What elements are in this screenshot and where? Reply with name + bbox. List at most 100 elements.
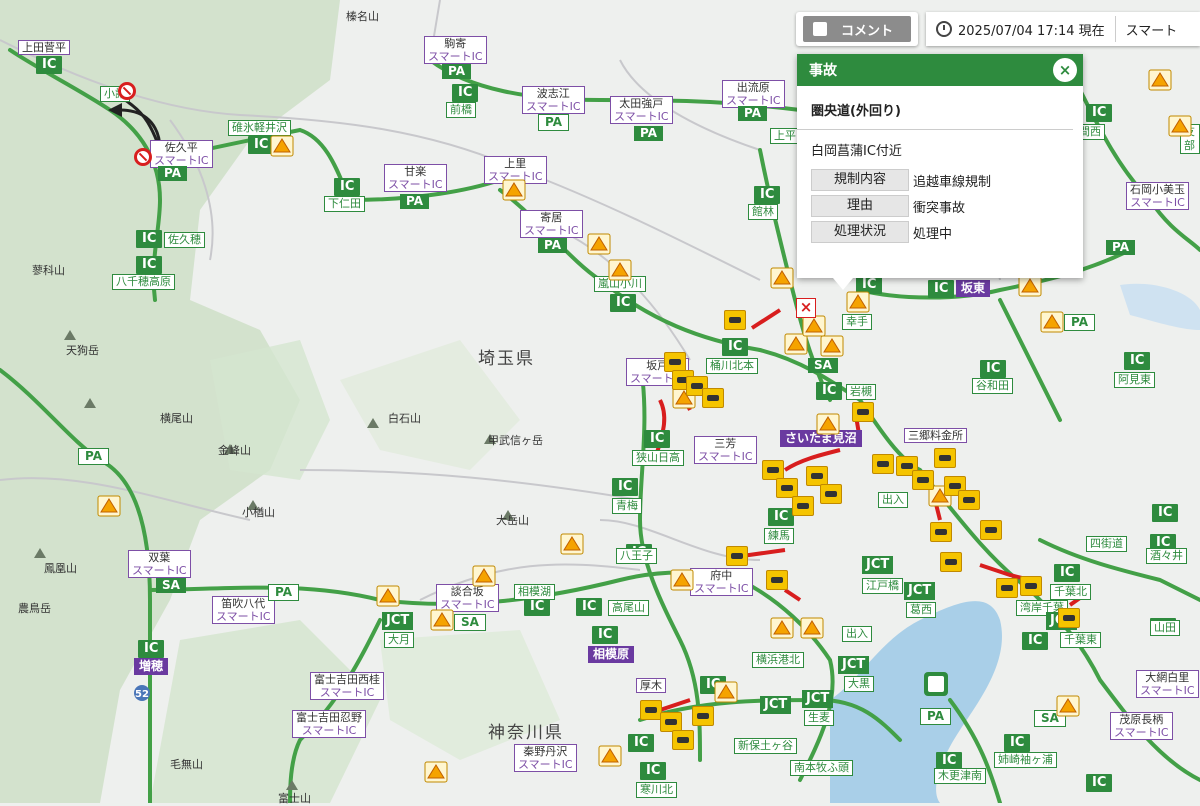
no-entry-icon[interactable]: [118, 82, 136, 100]
close-icon[interactable]: ×: [1053, 58, 1077, 82]
accident-marker[interactable]: ×: [796, 298, 816, 318]
ic-marker[interactable]: IC: [640, 762, 667, 780]
ic-marker[interactable]: IC: [816, 382, 843, 400]
pa-marker[interactable]: PA: [738, 106, 767, 121]
smart-ic-ishioka[interactable]: 石岡小美玉 スマートIC: [1126, 182, 1189, 210]
ic-marker[interactable]: IC: [1152, 504, 1179, 522]
smart-ic-futaba[interactable]: 双葉 スマートIC: [128, 550, 191, 578]
ic-marker[interactable]: IC: [1124, 352, 1151, 370]
smart-ic-komayose[interactable]: 駒寄 スマートIC: [424, 36, 487, 64]
jct-marker[interactable]: JCT: [862, 556, 894, 574]
smart-ic-kanra[interactable]: 甘楽 スマートIC: [384, 164, 447, 192]
ic-marker[interactable]: IC: [1004, 734, 1031, 752]
ic-marker[interactable]: IC: [138, 640, 165, 658]
ic-marker[interactable]: IC: [136, 230, 163, 248]
pa-marker[interactable]: PA: [538, 238, 567, 253]
smart-ic-fujiyoshida-oshino[interactable]: 富士吉田忍野 スマートIC: [292, 710, 366, 738]
pa-marker[interactable]: PA: [920, 708, 951, 725]
ic-marker[interactable]: IC: [1086, 774, 1113, 792]
ic-marker[interactable]: IC: [334, 178, 361, 196]
ic-marker[interactable]: IC: [628, 734, 655, 752]
congestion-icon[interactable]: [912, 470, 934, 490]
ic-marker[interactable]: IC: [1054, 564, 1081, 582]
congestion-icon[interactable]: [672, 730, 694, 750]
parking-icon[interactable]: [924, 672, 948, 696]
congestion-icon[interactable]: [660, 712, 682, 732]
pa-marker[interactable]: PA: [1106, 240, 1135, 255]
congestion-icon[interactable]: [640, 700, 662, 720]
ic-marker[interactable]: IC: [524, 598, 551, 616]
smart-toggle[interactable]: スマート: [1126, 20, 1178, 39]
pa-marker[interactable]: PA: [538, 114, 569, 131]
ic-marker[interactable]: IC: [452, 84, 479, 102]
ic-marker[interactable]: IC: [1022, 632, 1049, 650]
pa-marker[interactable]: PA: [1064, 314, 1095, 331]
congestion-icon[interactable]: [702, 388, 724, 408]
ic-marker[interactable]: IC: [36, 56, 63, 74]
congestion-icon[interactable]: [980, 520, 1002, 540]
ic-marker[interactable]: IC: [592, 626, 619, 644]
congestion-icon[interactable]: [692, 706, 714, 726]
pa-marker[interactable]: PA: [634, 126, 663, 141]
smart-ic-kamisato[interactable]: 上里 スマートIC: [484, 156, 547, 184]
congestion-icon[interactable]: [1020, 576, 1042, 596]
ic-marker[interactable]: IC: [700, 676, 727, 694]
ic-marker[interactable]: IC: [928, 280, 955, 298]
congestion-icon[interactable]: [806, 466, 828, 486]
congestion-icon[interactable]: [776, 478, 798, 498]
smart-ic-oamishirasato[interactable]: 大網白里 スマートIC: [1136, 670, 1199, 698]
ic-marker[interactable]: IC: [768, 508, 795, 526]
congestion-icon[interactable]: [996, 578, 1018, 598]
smart-ic-fujiyoshida-nishikatsura[interactable]: 富士吉田西桂 スマートIC: [310, 672, 384, 700]
sa-marker[interactable]: SA: [1034, 710, 1066, 727]
pa-marker[interactable]: PA: [268, 584, 299, 601]
ic-marker[interactable]: IC: [1086, 104, 1113, 122]
smart-ic-hashie[interactable]: 波志江 スマートIC: [522, 86, 585, 114]
jct-marker[interactable]: JCT: [802, 690, 834, 708]
comment-checkbox[interactable]: [813, 22, 827, 36]
pa-marker[interactable]: PA: [158, 166, 187, 181]
congestion-icon[interactable]: [872, 454, 894, 474]
congestion-icon[interactable]: [766, 570, 788, 590]
congestion-icon[interactable]: [724, 310, 746, 330]
smart-ic-ota[interactable]: 太田強戸 スマートIC: [610, 96, 673, 124]
congestion-icon[interactable]: [934, 448, 956, 468]
jct-marker[interactable]: JCT: [382, 612, 414, 630]
sa-marker[interactable]: SA: [454, 614, 486, 631]
comment-toggle-button[interactable]: コメント: [796, 12, 918, 46]
congestion-icon[interactable]: [930, 522, 952, 542]
smart-ic-fuchu[interactable]: 府中 スマートIC: [690, 568, 753, 596]
ic-marker[interactable]: IC: [576, 598, 603, 616]
smart-ic-yorii[interactable]: 寄居 スマートIC: [520, 210, 583, 238]
congestion-icon[interactable]: [820, 484, 842, 504]
smart-ic-hadano[interactable]: 秦野丹沢 スマートIC: [514, 744, 577, 772]
ic-marker[interactable]: IC: [856, 276, 883, 294]
sa-marker[interactable]: SA: [808, 358, 838, 373]
ic-marker[interactable]: IC: [610, 294, 637, 312]
smart-ic-izurubara[interactable]: 出流原 スマートIC: [722, 80, 785, 108]
congestion-icon[interactable]: [792, 496, 814, 516]
jct-marker[interactable]: JCT: [760, 696, 792, 714]
pa-marker[interactable]: PA: [78, 448, 109, 465]
ic-marker[interactable]: IC: [248, 136, 275, 154]
ic-marker[interactable]: IC: [612, 478, 639, 496]
pa-marker[interactable]: PA: [442, 64, 471, 79]
pa-marker[interactable]: PA: [400, 194, 429, 209]
ic-marker[interactable]: IC: [980, 360, 1007, 378]
jct-marker[interactable]: JCT: [838, 656, 870, 674]
smart-ic-mobara[interactable]: 茂原長柄 スマートIC: [1110, 712, 1173, 740]
ic-marker[interactable]: IC: [644, 430, 671, 448]
sa-marker[interactable]: SA: [156, 578, 186, 593]
congestion-icon[interactable]: [1058, 608, 1080, 628]
smart-ic-miyoshi[interactable]: 三芳 スマートIC: [694, 436, 757, 464]
congestion-icon[interactable]: [762, 460, 784, 480]
ic-marker[interactable]: IC: [136, 256, 163, 274]
smart-ic-sakudaira[interactable]: 佐久平 スマートIC: [150, 140, 213, 168]
congestion-icon[interactable]: [940, 552, 962, 572]
jct-marker[interactable]: JCT: [904, 582, 936, 600]
smart-ic-fuefuki[interactable]: 笛吹八代 スマートIC: [212, 596, 275, 624]
congestion-icon[interactable]: [958, 490, 980, 510]
smart-ic-dangozaka[interactable]: 談合坂 スマートIC: [436, 584, 499, 612]
congestion-icon[interactable]: [664, 352, 686, 372]
ic-label-ueda[interactable]: 上田菅平: [18, 40, 70, 55]
